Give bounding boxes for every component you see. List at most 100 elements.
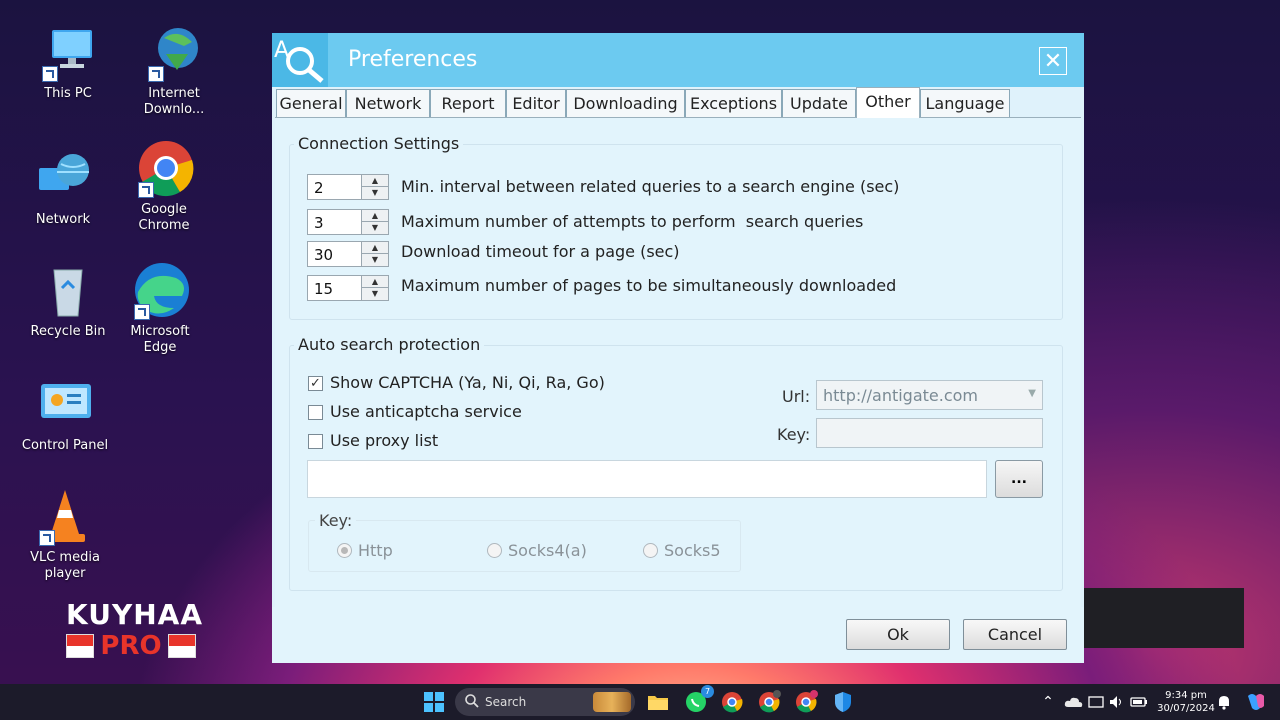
- tab-general[interactable]: General: [276, 89, 346, 117]
- preferences-dialog: A Preferences ✕ General Network Report E…: [272, 33, 1084, 663]
- chrome-taskbar-icon[interactable]: [720, 690, 744, 714]
- tab-update[interactable]: Update: [782, 89, 856, 117]
- max-attempts-spinner[interactable]: 3 ▲ ▼: [307, 209, 389, 235]
- network-globe-icon: [33, 150, 93, 208]
- use-proxy-list-checkbox[interactable]: [308, 434, 323, 449]
- desktop-icon-network[interactable]: Network: [17, 150, 109, 228]
- cloud-icon[interactable]: [1062, 690, 1086, 714]
- chevron-up-icon[interactable]: ⌃: [1036, 690, 1060, 714]
- chrome-profile-icon[interactable]: [757, 690, 781, 714]
- watermark-logo: KUYHAA PRO: [66, 598, 203, 661]
- spin-up-icon[interactable]: ▲: [362, 175, 388, 187]
- download-timeout-spinner[interactable]: 30 ▲ ▼: [307, 241, 389, 267]
- desktop-icon-internet-download-manager[interactable]: Internet Downlo...: [128, 24, 220, 118]
- desktop-icon-google-chrome[interactable]: Google Chrome: [118, 140, 210, 234]
- min-interval-spinner[interactable]: 2 ▲ ▼: [307, 174, 389, 200]
- url-combobox[interactable]: http://antigate.com ▼: [816, 380, 1043, 410]
- dialog-footer: Ok Cancel: [272, 607, 1084, 663]
- spinner-value: 30: [314, 246, 334, 264]
- spinner-value: 15: [314, 280, 334, 298]
- search-highlight-icon: [593, 692, 631, 712]
- tab-language[interactable]: Language: [920, 89, 1010, 117]
- file-explorer-icon[interactable]: [646, 690, 670, 714]
- http-radio-label[interactable]: Http: [358, 541, 393, 560]
- tab-network[interactable]: Network: [346, 89, 430, 117]
- desktop-icon-label: Recycle Bin: [30, 324, 106, 339]
- use-anticaptcha-checkbox[interactable]: [308, 405, 323, 420]
- socks4-radio-label[interactable]: Socks4(a): [508, 541, 587, 560]
- tab-panel-other: Connection Settings 2 ▲ ▼ Min. interval b…: [275, 117, 1081, 608]
- socks4-radio[interactable]: [487, 543, 502, 558]
- url-value: http://antigate.com: [823, 386, 979, 405]
- desktop-icon-label: Google Chrome: [138, 202, 190, 233]
- proxy-list-path-input[interactable]: [307, 460, 987, 498]
- download-timeout-label: Download timeout for a page (sec): [401, 242, 680, 261]
- desktop-icon-vlc[interactable]: VLC media player: [19, 488, 111, 582]
- cancel-button[interactable]: Cancel: [963, 619, 1067, 650]
- spin-down-icon[interactable]: ▼: [362, 187, 388, 199]
- desktop-icon-label: VLC media player: [30, 550, 100, 581]
- close-button[interactable]: ✕: [1039, 47, 1067, 75]
- desktop-icon-microsoft-edge[interactable]: Microsoft Edge: [114, 262, 206, 356]
- edge-icon: [130, 262, 190, 320]
- show-captcha-checkbox[interactable]: ✓: [308, 376, 323, 391]
- watermark-line2: PRO: [100, 631, 162, 661]
- flag-icon: [167, 634, 196, 658]
- use-anticaptcha-label[interactable]: Use anticaptcha service: [330, 402, 522, 421]
- tab-report[interactable]: Report: [430, 89, 506, 117]
- socks5-radio[interactable]: [643, 543, 658, 558]
- min-interval-label: Min. interval between related queries to…: [401, 177, 900, 196]
- spin-up-icon[interactable]: ▲: [362, 210, 388, 222]
- whatsapp-icon[interactable]: 7: [684, 685, 714, 714]
- spin-down-icon[interactable]: ▼: [362, 288, 388, 300]
- volume-icon[interactable]: [1108, 690, 1124, 714]
- desktop-icon-this-pc[interactable]: This PC: [22, 24, 114, 102]
- desktop-icon-recycle-bin[interactable]: Recycle Bin: [22, 262, 114, 340]
- clock[interactable]: 9:34 pm 30/07/2024: [1154, 689, 1218, 715]
- watermark-line1: KUYHAA: [66, 598, 203, 631]
- taskbar: Search 7 ⌃ 9:34 pm 30/07/2024: [0, 684, 1280, 720]
- tab-editor[interactable]: Editor: [506, 89, 566, 117]
- browse-button[interactable]: ...: [995, 460, 1043, 498]
- search-placeholder: Search: [485, 695, 527, 709]
- url-label: Url:: [782, 387, 811, 406]
- idm-icon: [144, 24, 204, 82]
- connection-settings-title: Connection Settings: [294, 134, 464, 153]
- desktop-icon-control-panel[interactable]: Control Panel: [19, 376, 111, 454]
- tab-other[interactable]: Other: [856, 87, 920, 118]
- battery-icon[interactable]: [1130, 690, 1148, 714]
- max-attempts-label: Maximum number of attempts to perform se…: [401, 212, 864, 231]
- spin-up-icon[interactable]: ▲: [362, 242, 388, 254]
- spinner-value: 3: [314, 214, 324, 232]
- tab-exceptions[interactable]: Exceptions: [685, 89, 782, 117]
- tab-downloading[interactable]: Downloading: [566, 89, 685, 117]
- chevron-down-icon: ▼: [1028, 388, 1036, 399]
- spin-down-icon[interactable]: ▼: [362, 222, 388, 234]
- copilot-icon[interactable]: [1244, 690, 1268, 714]
- max-pages-label: Maximum number of pages to be simultaneo…: [401, 276, 897, 295]
- clock-time: 9:34 pm: [1165, 690, 1207, 701]
- search-icon: [464, 693, 480, 712]
- chrome-profile-2-icon[interactable]: [794, 690, 818, 714]
- control-panel-icon: [35, 376, 95, 434]
- close-icon: ✕: [1043, 49, 1063, 74]
- display-icon[interactable]: [1088, 690, 1104, 714]
- show-captcha-label[interactable]: Show CAPTCHA (Ya, Ni, Qi, Ra, Go): [330, 373, 605, 392]
- notification-bell-icon[interactable]: [1216, 690, 1232, 714]
- proxy-type-title: Key:: [315, 511, 357, 530]
- http-radio[interactable]: [337, 543, 352, 558]
- max-pages-spinner[interactable]: 15 ▲ ▼: [307, 275, 389, 301]
- windows-start-icon[interactable]: [422, 690, 446, 714]
- ok-button[interactable]: Ok: [846, 619, 950, 650]
- security-shield-icon[interactable]: [831, 690, 855, 714]
- use-proxy-list-label[interactable]: Use proxy list: [330, 431, 438, 450]
- checkmark-icon: ✓: [310, 376, 321, 391]
- key-input[interactable]: [816, 418, 1043, 448]
- auto-search-protection-title: Auto search protection: [294, 335, 485, 354]
- spin-down-icon[interactable]: ▼: [362, 254, 388, 266]
- socks5-radio-label[interactable]: Socks5: [664, 541, 721, 560]
- dialog-titlebar[interactable]: A Preferences ✕: [272, 33, 1084, 87]
- spin-up-icon[interactable]: ▲: [362, 276, 388, 288]
- taskbar-search-box[interactable]: Search: [455, 688, 635, 716]
- clock-date: 30/07/2024: [1157, 703, 1215, 714]
